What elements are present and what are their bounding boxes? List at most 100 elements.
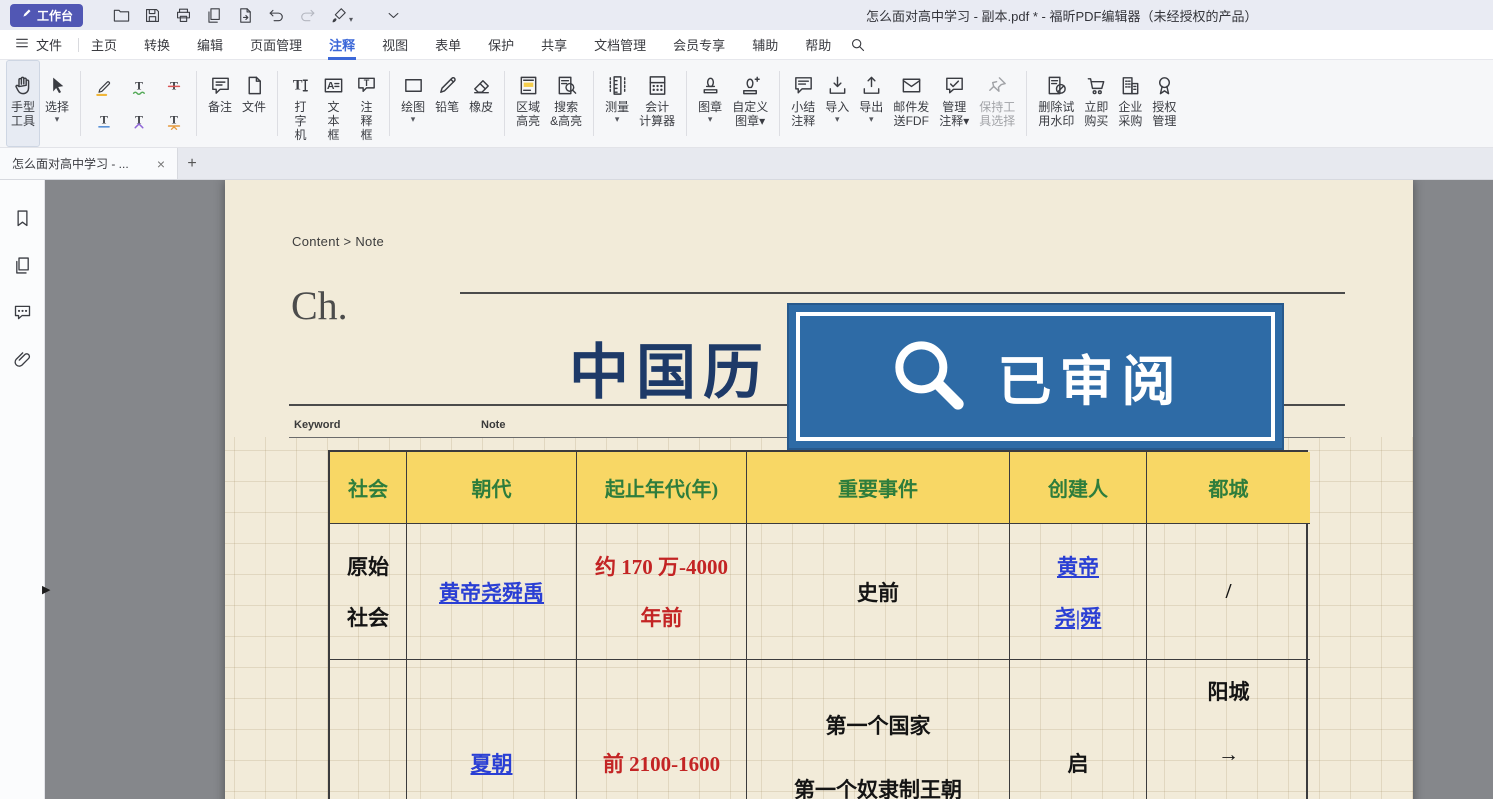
export-file-button[interactable] bbox=[233, 3, 257, 27]
workspace-button[interactable]: 工作台 bbox=[10, 4, 83, 27]
open-file-button[interactable] bbox=[109, 3, 133, 27]
menu-item-8[interactable]: 保护 bbox=[488, 30, 514, 60]
buy-now-button[interactable]: 立即购买 bbox=[1079, 60, 1113, 147]
measure-tool[interactable]: 测量▾ bbox=[600, 60, 634, 147]
area-highlight-tool[interactable]: 区域高亮 bbox=[511, 60, 545, 147]
cursor-icon bbox=[46, 74, 69, 97]
table-link[interactable]: 黄帝尧舜禹 bbox=[439, 577, 544, 607]
eraser-tool[interactable]: 橡皮 bbox=[464, 60, 498, 147]
ribbon-item-label: 选择▾ bbox=[45, 100, 69, 123]
bookmarks-panel-button[interactable] bbox=[10, 206, 34, 230]
table-cell: 史前 bbox=[747, 524, 1010, 660]
insert-text-tool[interactable]: T bbox=[125, 107, 152, 134]
menu-item-6[interactable]: 视图 bbox=[382, 30, 408, 60]
hamburger-icon bbox=[14, 35, 30, 51]
license-manage-button[interactable]: 授权管理 bbox=[1147, 60, 1181, 147]
strikeout-tool[interactable]: T bbox=[160, 73, 187, 100]
magnifier-icon-slot bbox=[888, 334, 968, 419]
menu-item-2[interactable]: 转换 bbox=[144, 30, 170, 60]
ribbon-item-label: 手型工具 bbox=[11, 100, 35, 128]
squiggly-underline-tool[interactable]: T bbox=[125, 73, 152, 100]
save-button[interactable] bbox=[140, 3, 164, 27]
menu-item-10[interactable]: 文档管理 bbox=[594, 30, 646, 60]
comments-panel-button[interactable] bbox=[10, 300, 34, 324]
menu-item-7[interactable]: 表单 bbox=[435, 30, 461, 60]
pages-panel-button[interactable] bbox=[10, 253, 34, 277]
menu-item-3[interactable]: 编辑 bbox=[197, 30, 223, 60]
table-link[interactable]: 黄帝 bbox=[1057, 551, 1099, 581]
file-menu[interactable]: 文件 bbox=[12, 35, 70, 54]
menu-item-13[interactable]: 帮助 bbox=[805, 30, 831, 60]
drawing-tool[interactable]: 绘图▾ bbox=[396, 60, 430, 147]
manage-icon bbox=[943, 74, 966, 97]
table-cell: 前 2100-1600 bbox=[577, 660, 747, 799]
svg-text:T: T bbox=[135, 79, 143, 92]
menu-item-4[interactable]: 页面管理 bbox=[250, 30, 302, 60]
enterprise-purchase-button[interactable]: 企业采购 bbox=[1113, 60, 1147, 147]
search-and-highlight-tool[interactable]: 搜索&高亮 bbox=[545, 60, 587, 147]
typewriter-tool[interactable]: T打字机 bbox=[284, 60, 317, 147]
customize-toolbar-button[interactable] bbox=[381, 3, 405, 27]
menu-items: 主页转换编辑页面管理注释视图表单保护共享文档管理会员专享辅助帮助 bbox=[91, 30, 831, 60]
summarize-comments-button[interactable]: 小结注释 bbox=[786, 60, 820, 147]
manage-comments-button[interactable]: 管理注释▾ bbox=[934, 60, 974, 147]
textbox-tool[interactable]: A文本框 bbox=[317, 60, 350, 147]
quick-highlighter-button[interactable]: ▾ bbox=[326, 3, 350, 27]
quick-access-toolbar: ▾ bbox=[109, 3, 405, 27]
ribbon-item-label: 注释框 bbox=[361, 100, 373, 142]
panel-expander[interactable]: ▶ bbox=[42, 585, 50, 596]
document-tab[interactable]: 怎么面对高中学习 - ... × bbox=[0, 148, 178, 179]
menu-item-12[interactable]: 辅助 bbox=[752, 30, 778, 60]
ribbon-item-label: 导入▾ bbox=[825, 100, 849, 123]
tab-close-button[interactable]: × bbox=[153, 156, 169, 172]
print-button[interactable] bbox=[171, 3, 195, 27]
menu-item-5[interactable]: 注释 bbox=[329, 30, 355, 60]
table-row: 原始社会黄帝尧舜禹约 170 万-4000年前史前黄帝尧|舜/ bbox=[330, 524, 1306, 660]
file-attachment-tool[interactable]: 文件 bbox=[237, 60, 271, 147]
stamp-text: 已审阅 bbox=[998, 337, 1184, 416]
callout-tool[interactable]: T注释框 bbox=[350, 60, 383, 147]
table-text: 约 170 万-4000 bbox=[595, 551, 728, 581]
ribbon-separator bbox=[779, 71, 780, 136]
table-link[interactable]: 夏朝 bbox=[471, 748, 513, 778]
import-comments-button[interactable]: 导入▾ bbox=[820, 60, 854, 147]
file-menu-label: 文件 bbox=[36, 35, 62, 54]
hand-tool[interactable]: 手型工具 bbox=[6, 60, 40, 147]
draw-icon bbox=[402, 74, 425, 97]
email-fdf-button[interactable]: 邮件发送FDF bbox=[888, 60, 934, 147]
reviewed-stamp[interactable]: 已审阅 bbox=[787, 303, 1284, 450]
table-link[interactable]: 尧|舜 bbox=[1055, 602, 1102, 632]
window-title: 怎么面对高中学习 - 副本.pdf * - 福昕PDF编辑器（未经授权的产品） bbox=[866, 0, 1257, 30]
export-comments-button[interactable]: 导出▾ bbox=[854, 60, 888, 147]
highlight-text-tool[interactable] bbox=[90, 73, 117, 100]
keep-tool-selected-toggle: 保持工具选择 bbox=[974, 60, 1020, 147]
table-header-row: 社会朝代起止年代(年)重要事件创建人都城 bbox=[330, 452, 1306, 524]
attachments-panel-button[interactable] bbox=[10, 347, 34, 371]
undo-button[interactable] bbox=[264, 3, 288, 27]
replace-text-tool[interactable]: T bbox=[160, 107, 187, 134]
menu-item-1[interactable]: 主页 bbox=[91, 30, 117, 60]
select-tool[interactable]: 选择▾ bbox=[40, 60, 74, 147]
new-tab-button[interactable]: + bbox=[178, 148, 206, 179]
note-comment-tool[interactable]: 备注 bbox=[203, 60, 237, 147]
license-icon bbox=[1153, 74, 1176, 97]
table-cell: 启 bbox=[1010, 660, 1147, 799]
ribbon-item-label: 文件 bbox=[242, 100, 266, 114]
table-text: 前 2100-1600 bbox=[603, 748, 720, 778]
document-area[interactable]: Content > Note Ch. 中国历 Keyword Note 已审阅 … bbox=[45, 180, 1493, 799]
underline-tool[interactable]: T bbox=[90, 107, 117, 134]
ribbon-item-label: 会计计算器 bbox=[639, 100, 675, 128]
accounting-calculator-tool[interactable]: 会计计算器 bbox=[634, 60, 680, 147]
pencil-tool[interactable]: 铅笔 bbox=[430, 60, 464, 147]
remove-trial-watermark-button[interactable]: 删除试用水印 bbox=[1033, 60, 1079, 147]
ribbon-item-label: 自定义图章▾ bbox=[732, 100, 768, 128]
snapshot-button[interactable] bbox=[202, 3, 226, 27]
t-strike-icon: T bbox=[164, 77, 184, 97]
area-highlight-icon bbox=[517, 74, 540, 97]
main-area: ▶ Content > Note Ch. 中国历 Keyword Note 已审… bbox=[0, 180, 1493, 799]
stamp-tool[interactable]: 图章▾ bbox=[693, 60, 727, 147]
custom-stamp-tool[interactable]: 自定义图章▾ bbox=[727, 60, 773, 147]
menu-search-button[interactable] bbox=[849, 36, 866, 53]
menu-item-11[interactable]: 会员专享 bbox=[673, 30, 725, 60]
menu-item-9[interactable]: 共享 bbox=[541, 30, 567, 60]
